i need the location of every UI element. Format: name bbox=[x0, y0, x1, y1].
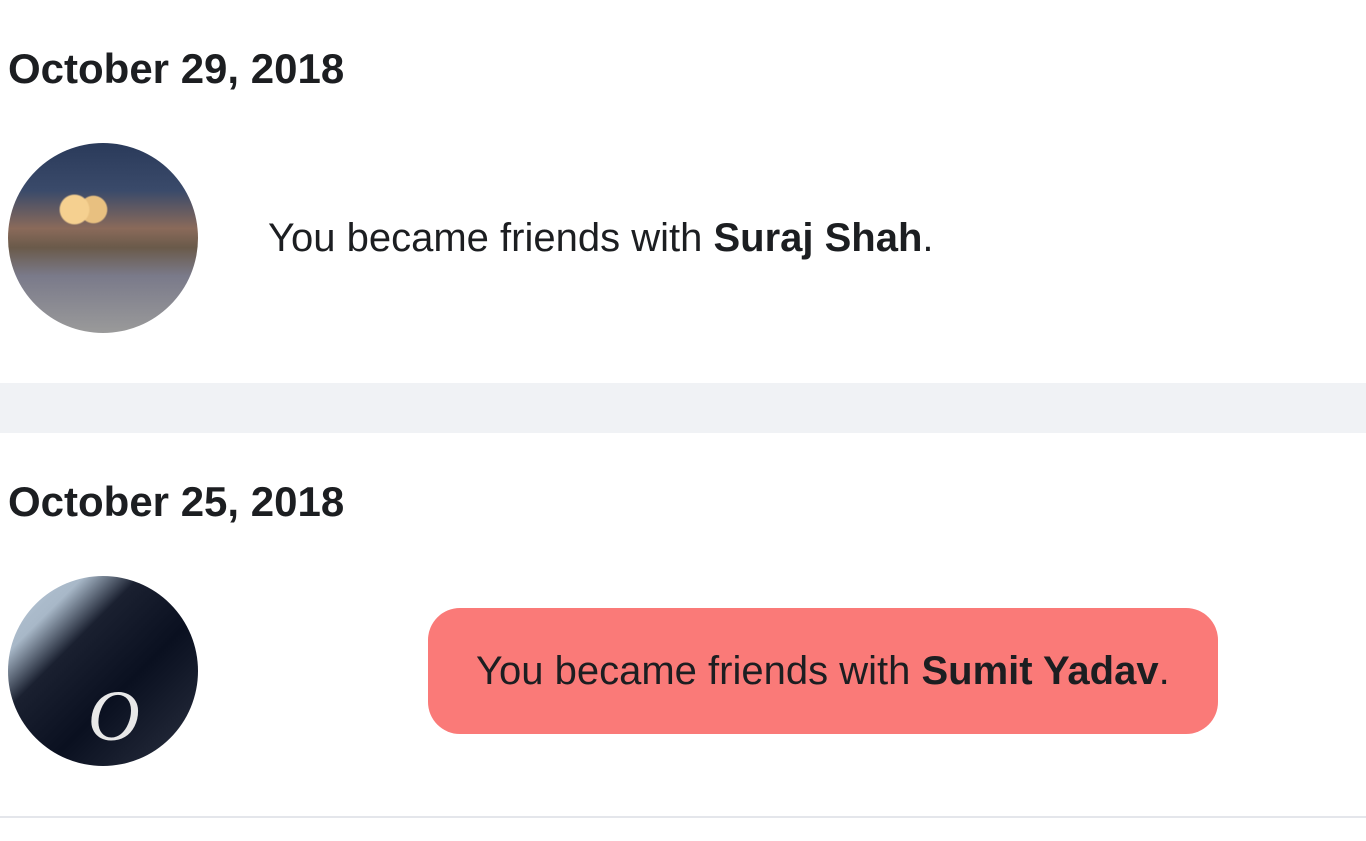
activity-message: You became friends with Sumit Yadav. bbox=[428, 608, 1218, 734]
friend-activity-entry[interactable]: You became friends with Suraj Shah. bbox=[0, 113, 1366, 383]
friend-avatar[interactable] bbox=[8, 143, 198, 333]
activity-message: You became friends with Suraj Shah. bbox=[268, 210, 1358, 266]
bottom-divider bbox=[0, 816, 1366, 818]
message-prefix: You bbox=[268, 216, 336, 260]
friend-name-link[interactable]: Sumit Yadav bbox=[921, 649, 1158, 693]
message-suffix: . bbox=[1159, 649, 1170, 693]
date-header: October 29, 2018 bbox=[0, 0, 1366, 113]
friend-activity-entry[interactable]: You became friends with Sumit Yadav. bbox=[0, 546, 1366, 816]
message-suffix: . bbox=[922, 216, 933, 260]
friend-name-link[interactable]: Suraj Shah bbox=[713, 216, 922, 260]
message-middle: became friends with bbox=[336, 216, 714, 260]
message-prefix: You bbox=[476, 649, 544, 693]
message-middle: became friends with bbox=[544, 649, 922, 693]
activity-feed: October 29, 2018 You became friends with… bbox=[0, 0, 1366, 818]
date-header: October 25, 2018 bbox=[0, 433, 1366, 546]
section-divider bbox=[0, 383, 1366, 433]
friend-avatar[interactable] bbox=[8, 576, 198, 766]
